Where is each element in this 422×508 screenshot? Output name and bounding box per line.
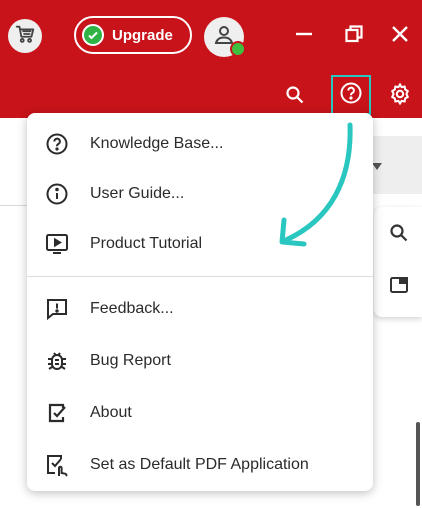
side-search-button[interactable]: [386, 222, 412, 248]
search-button[interactable]: [282, 84, 308, 110]
about-icon: [43, 399, 71, 427]
panel-icon: [389, 275, 409, 300]
chevron-down-icon: [372, 160, 382, 174]
help-button[interactable]: [331, 75, 371, 115]
question-circle-icon: [43, 130, 71, 158]
upgrade-label: Upgrade: [112, 26, 173, 44]
menu-item-label: Product Tutorial: [90, 235, 203, 252]
panel-toggle-button[interactable]: [386, 274, 412, 300]
menu-item-label: Feedback...: [90, 300, 174, 317]
minimize-icon: [294, 24, 314, 49]
menu-item-feedback[interactable]: Feedback...: [27, 286, 373, 332]
menu-item-knowledge-base[interactable]: Knowledge Base...: [27, 121, 373, 167]
menu-item-label: About: [90, 404, 132, 421]
info-circle-icon: [43, 180, 71, 208]
menu-item-set-default-pdf[interactable]: Set as Default PDF Application: [27, 442, 373, 488]
close-icon: [390, 24, 410, 49]
avatar[interactable]: [204, 17, 246, 57]
menu-item-label: Bug Report: [90, 352, 171, 369]
divider: [0, 205, 30, 206]
search-icon: [285, 85, 305, 110]
cart-button[interactable]: [8, 19, 42, 53]
menu-item-bug-report[interactable]: Bug Report: [27, 338, 373, 384]
search-icon: [389, 223, 409, 248]
menu-item-label: Knowledge Base...: [90, 135, 224, 152]
menu-item-user-guide[interactable]: User Guide...: [27, 171, 373, 217]
menu-item-label: User Guide...: [90, 185, 185, 202]
help-icon: [339, 81, 363, 110]
help-menu: Knowledge Base... User Guide... Product …: [27, 113, 373, 491]
settings-button[interactable]: [385, 81, 415, 111]
upgrade-button[interactable]: Upgrade: [74, 16, 192, 54]
menu-divider: [27, 276, 373, 277]
minimize-button[interactable]: [290, 22, 318, 50]
bug-icon: [43, 347, 71, 375]
menu-item-about[interactable]: About: [27, 390, 373, 436]
default-app-icon: [43, 451, 71, 479]
menu-item-product-tutorial[interactable]: Product Tutorial: [27, 221, 373, 267]
title-bar: Upgrade: [0, 0, 422, 76]
restore-button[interactable]: [340, 22, 368, 50]
close-button[interactable]: [386, 22, 414, 50]
restore-icon: [344, 24, 364, 49]
check-icon: [82, 24, 104, 46]
settings-icon: [388, 82, 412, 111]
feedback-icon: [43, 295, 71, 323]
cart-icon: [14, 23, 36, 50]
scrollbar[interactable]: [416, 422, 420, 506]
online-status-dot: [230, 41, 246, 57]
menu-item-label: Set as Default PDF Application: [90, 456, 309, 473]
video-play-icon: [43, 230, 71, 258]
